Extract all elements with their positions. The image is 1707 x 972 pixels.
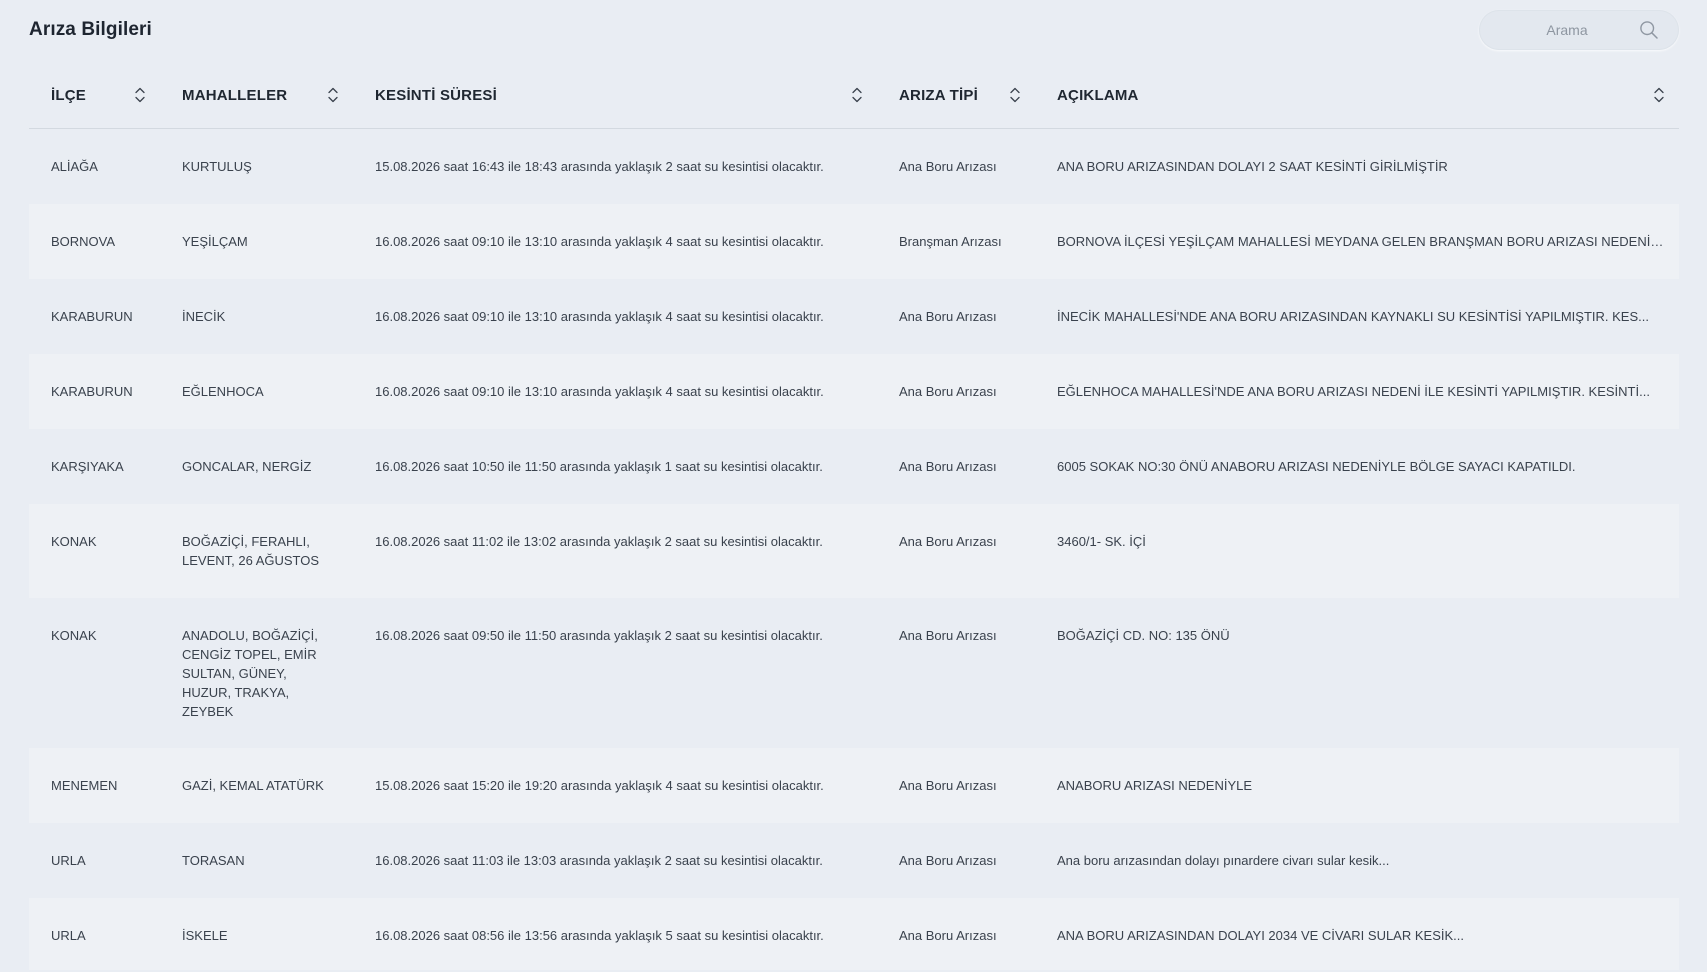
topbar: Arıza Bilgileri [29,0,1679,62]
search-input[interactable] [1495,21,1639,39]
search-box[interactable] [1479,10,1679,50]
cell-ilce: ALİAĞA [29,128,160,204]
cell-ilce: KARŞIYAKA [29,428,160,504]
cell-mahalleler: GONCALAR, NERGİZ [160,428,353,504]
cell-tip: Ana Boru Arızası [877,278,1035,354]
cell-kesinti: 15.08.2026 saat 16:43 ile 18:43 arasında… [353,128,877,204]
cell-kesinti: 16.08.2026 saat 11:03 ile 13:03 arasında… [353,822,877,898]
cell-kesinti: 16.08.2026 saat 09:10 ile 13:10 arasında… [353,353,877,429]
cell-ilce: KARABURUN [29,353,160,429]
table-row[interactable]: URLA TORASAN 16.08.2026 saat 11:03 ile 13:… [29,822,1679,898]
cell-kesinti: 16.08.2026 saat 08:56 ile 13:56 arasında… [353,897,877,970]
sort-icon[interactable] [851,86,863,104]
cell-aciklama: Ana boru arızasından dolayı pınardere ci… [1035,822,1679,898]
cell-mahalleler: ANADOLU, BOĞAZİÇİ, CENGİZ TOPEL, EMİR SU… [160,597,353,748]
table-row[interactable]: KARŞIYAKA GONCALAR, NERGİZ 16.08.2026 saat… [29,428,1679,504]
cell-aciklama: BORNOVA İLÇESİ YEŞİLÇAM MAHALLESİ MEYDAN… [1035,203,1679,279]
search-icon[interactable] [1639,20,1659,40]
table-header: İLÇE MAHALLELER KESİNTİ SÜRESİ ARIZA TİPİ AÇ… [29,62,1679,129]
sort-icon[interactable] [134,86,146,104]
cell-mahalleler: GAZİ, KEMAL ATATÜRK [160,747,353,823]
table-row[interactable]: KARABURUN İNECİK 16.08.2026 saat 09:10 ile… [29,278,1679,354]
cell-mahalleler: İNECİK [160,278,353,354]
cell-ilce: KARABURUN [29,278,160,354]
column-header-label: KESİNTİ SÜRESİ [375,86,497,104]
table-row[interactable]: ALİAĞA KURTULUŞ 15.08.2026 saat 16:43 ile … [29,128,1679,204]
table-row[interactable]: BORNOVA YEŞİLÇAM 16.08.2026 saat 09:10 ile… [29,203,1679,279]
page-title: Arıza Bilgileri [29,19,152,40]
cell-aciklama: EĞLENHOCA MAHALLESİ'NDE ANA BORU ARIZASI… [1035,353,1679,429]
cell-kesinti: 16.08.2026 saat 09:10 ile 13:10 arasında… [353,278,877,354]
cell-tip: Branşman Arızası [877,203,1035,279]
column-header-kesinti[interactable]: KESİNTİ SÜRESİ [353,62,877,129]
fault-table: İLÇE MAHALLELER KESİNTİ SÜRESİ ARIZA TİPİ AÇ… [29,62,1679,970]
cell-mahalleler: İSKELE [160,897,353,970]
cell-mahalleler: TORASAN [160,822,353,898]
cell-tip: Ana Boru Arızası [877,503,1035,598]
table-row[interactable]: MENEMEN GAZİ, KEMAL ATATÜRK 15.08.2026 saa… [29,747,1679,823]
column-header-ilce[interactable]: İLÇE [29,62,160,129]
page: Arıza Bilgileri İLÇE MAHALLELER KESİNTİ SÜ… [0,0,1707,972]
cell-tip: Ana Boru Arızası [877,747,1035,823]
cell-tip: Ana Boru Arızası [877,597,1035,748]
column-header-label: AÇIKLAMA [1057,86,1139,104]
cell-kesinti: 16.08.2026 saat 10:50 ile 11:50 arasında… [353,428,877,504]
column-header-label: MAHALLELER [182,86,288,104]
sort-icon[interactable] [1653,86,1665,104]
cell-ilce: URLA [29,897,160,970]
cell-kesinti: 16.08.2026 saat 09:10 ile 13:10 arasında… [353,203,877,279]
cell-ilce: KONAK [29,503,160,598]
cell-tip: Ana Boru Arızası [877,353,1035,429]
table-row[interactable]: KONAK ANADOLU, BOĞAZİÇİ, CENGİZ TOPEL, EM… [29,597,1679,748]
cell-aciklama: ANA BORU ARIZASINDAN DOLAYI 2 SAAT KESİN… [1035,128,1679,204]
cell-tip: Ana Boru Arızası [877,897,1035,970]
cell-tip: Ana Boru Arızası [877,428,1035,504]
cell-mahalleler: EĞLENHOCA [160,353,353,429]
cell-aciklama: BOĞAZİÇİ CD. NO: 135 ÖNÜ [1035,597,1679,748]
table-body: ALİAĞA KURTULUŞ 15.08.2026 saat 16:43 ile … [29,128,1679,970]
cell-ilce: URLA [29,822,160,898]
cell-tip: Ana Boru Arızası [877,822,1035,898]
table-row[interactable]: URLA İSKELE 16.08.2026 saat 08:56 ile 13:5… [29,897,1679,970]
cell-aciklama: ANABORU ARIZASI NEDENİYLE [1035,747,1679,823]
cell-ilce: KONAK [29,597,160,748]
column-header-label: ARIZA TİPİ [899,86,978,104]
cell-mahalleler: KURTULUŞ [160,128,353,204]
sort-icon[interactable] [327,86,339,104]
cell-ilce: MENEMEN [29,747,160,823]
sort-icon[interactable] [1009,86,1021,104]
table-row[interactable]: KARABURUN EĞLENHOCA 16.08.2026 saat 09:10 … [29,353,1679,429]
cell-aciklama: ANA BORU ARIZASINDAN DOLAYI 2034 VE CİVA… [1035,897,1679,970]
table-row[interactable]: KONAK BOĞAZİÇİ, FERAHLI, LEVENT, 26 AĞUST… [29,503,1679,598]
cell-kesinti: 15.08.2026 saat 15:20 ile 19:20 arasında… [353,747,877,823]
column-header-aciklama[interactable]: AÇIKLAMA [1035,62,1679,129]
column-header-tip[interactable]: ARIZA TİPİ [877,62,1035,129]
column-header-label: İLÇE [51,86,86,104]
cell-kesinti: 16.08.2026 saat 11:02 ile 13:02 arasında… [353,503,877,598]
cell-ilce: BORNOVA [29,203,160,279]
cell-mahalleler: YEŞİLÇAM [160,203,353,279]
cell-aciklama: İNECİK MAHALLESİ'NDE ANA BORU ARIZASINDA… [1035,278,1679,354]
cell-aciklama: 3460/1- SK. İÇİ [1035,503,1679,598]
cell-tip: Ana Boru Arızası [877,128,1035,204]
column-header-mahalleler[interactable]: MAHALLELER [160,62,353,129]
cell-kesinti: 16.08.2026 saat 09:50 ile 11:50 arasında… [353,597,877,748]
cell-mahalleler: BOĞAZİÇİ, FERAHLI, LEVENT, 26 AĞUSTOS [160,503,353,598]
cell-aciklama: 6005 SOKAK NO:30 ÖNÜ ANABORU ARIZASI NED… [1035,428,1679,504]
